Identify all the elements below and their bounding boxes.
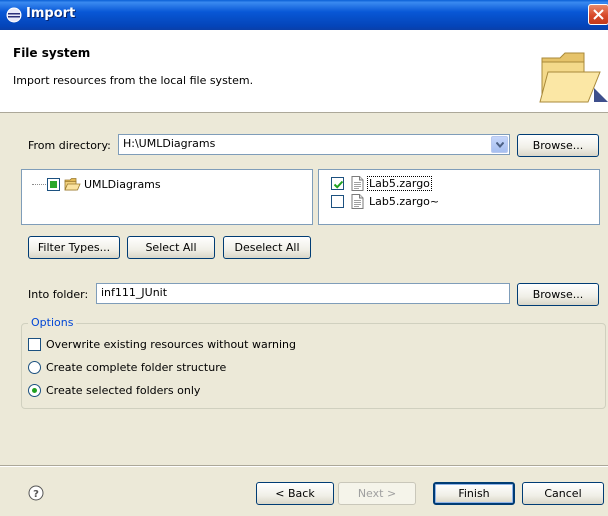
open-folder-icon	[64, 178, 81, 191]
window-title: Import	[26, 6, 76, 21]
wizard-banner: File system Import resources from the lo…	[0, 30, 608, 113]
svg-text:?: ?	[33, 489, 39, 500]
finish-button[interactable]: Finish	[433, 482, 515, 505]
import-dialog: Import File system Import resources from…	[0, 0, 608, 516]
filter-types-button[interactable]: Filter Types...	[28, 236, 120, 259]
back-button[interactable]: < Back	[256, 482, 334, 505]
title-bar: Import	[0, 0, 608, 30]
select-all-button[interactable]: Select All	[127, 236, 215, 259]
partial-check-mark	[50, 181, 57, 188]
eclipse-icon	[6, 7, 22, 23]
file-label: Lab5.zargo	[367, 176, 432, 191]
file-checkbox[interactable]	[331, 195, 344, 208]
file-checkbox[interactable]	[331, 177, 344, 190]
from-directory-label: From directory:	[28, 139, 111, 152]
cancel-button[interactable]: Cancel	[522, 482, 604, 505]
selected-only-label: Create selected folders only	[46, 384, 201, 397]
complete-structure-label: Create complete folder structure	[46, 361, 227, 374]
footer-separator	[0, 465, 608, 467]
overwrite-checkbox[interactable]	[28, 338, 41, 351]
combo-dropdown-button[interactable]	[491, 136, 508, 153]
help-icon[interactable]: ?	[28, 485, 44, 501]
into-folder-input[interactable]: inf111_JUnit	[96, 283, 510, 304]
open-folder-icon	[539, 52, 608, 103]
from-directory-combo[interactable]: H:\UMLDiagrams	[118, 134, 510, 155]
deselect-all-button[interactable]: Deselect All	[223, 236, 311, 259]
check-icon	[333, 180, 344, 189]
page-description: Import resources from the local file sys…	[13, 74, 254, 87]
file-list[interactable]: Lab5.zargo Lab5.zargo~	[318, 169, 600, 225]
into-folder-browse-button[interactable]: Browse...	[517, 283, 599, 306]
into-folder-value: inf111_JUnit	[101, 286, 168, 299]
tree-connector	[32, 184, 46, 185]
next-button[interactable]: Next >	[338, 482, 416, 505]
tree-item-checkbox[interactable]	[47, 178, 60, 191]
file-icon	[351, 194, 364, 209]
file-label: Lab5.zargo~	[369, 195, 440, 208]
overwrite-label: Overwrite existing resources without war…	[46, 338, 297, 351]
close-button[interactable]	[588, 4, 608, 25]
options-group-title: Options	[28, 316, 77, 329]
complete-structure-radio[interactable]	[28, 361, 41, 374]
file-icon	[351, 176, 364, 191]
into-folder-label: Into folder:	[28, 288, 89, 301]
from-directory-value: H:\UMLDiagrams	[123, 137, 216, 150]
chevron-down-icon	[496, 142, 504, 148]
radio-selected-dot	[32, 388, 37, 393]
tree-item-label: UMLDiagrams	[84, 178, 161, 191]
selected-only-radio[interactable]	[28, 384, 41, 397]
from-directory-browse-button[interactable]: Browse...	[517, 134, 599, 157]
close-icon	[593, 9, 604, 20]
folder-tree[interactable]: UMLDiagrams	[21, 169, 313, 225]
page-title: File system	[13, 46, 91, 60]
